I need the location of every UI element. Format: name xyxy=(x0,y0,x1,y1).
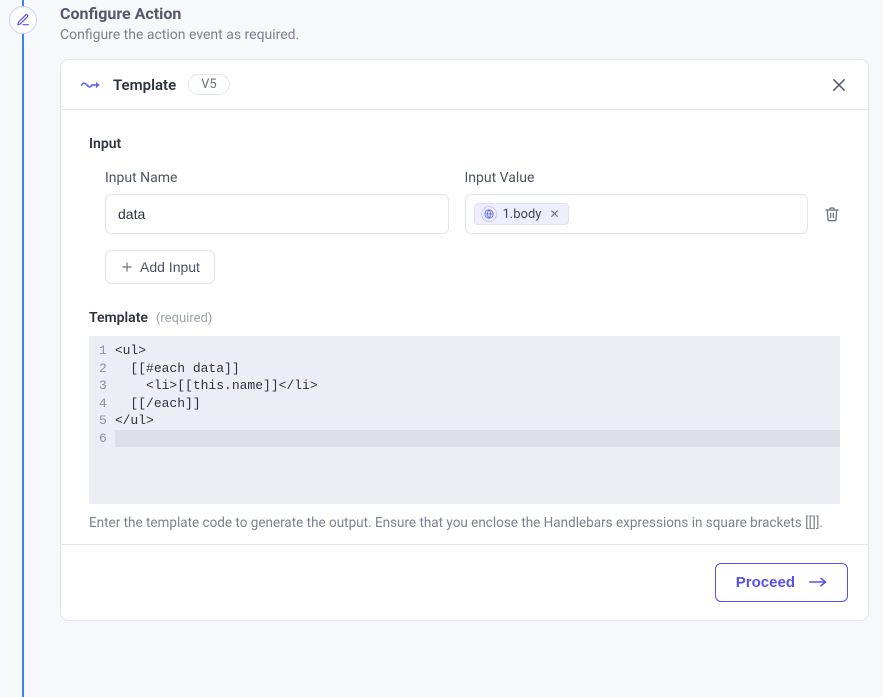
arrow-right-icon xyxy=(809,576,827,588)
template-code-editor[interactable]: 123456 <ul> [[#each data]] <li>[[this.na… xyxy=(89,336,840,504)
proceed-button[interactable]: Proceed xyxy=(715,563,848,602)
input-row: Input Name Input Value 1.body ✕ xyxy=(89,170,840,234)
code-gutter: 123456 xyxy=(89,336,115,504)
trash-icon xyxy=(824,206,840,222)
code-area[interactable]: <ul> [[#each data]] <li>[[this.name]]</l… xyxy=(115,336,840,504)
input-section-label: Input xyxy=(89,136,840,152)
template-label: Template xyxy=(89,310,148,326)
card-footer: Proceed xyxy=(61,544,868,620)
card-header: Template V5 xyxy=(61,60,868,110)
input-name-label: Input Name xyxy=(105,170,449,186)
pencil-icon xyxy=(16,13,30,27)
chip-remove-button[interactable]: ✕ xyxy=(547,208,561,220)
flow-icon xyxy=(81,78,101,92)
value-chip-label: 1.body xyxy=(503,207,542,222)
input-name-field[interactable] xyxy=(105,194,449,234)
workflow-timeline xyxy=(22,0,24,697)
card-title: Template xyxy=(113,76,176,94)
template-required-hint: (required) xyxy=(156,311,212,326)
template-help-text: Enter the template code to generate the … xyxy=(89,514,840,534)
version-badge: V5 xyxy=(188,74,230,95)
card-body: Input Input Name Input Value xyxy=(61,110,868,544)
globe-icon xyxy=(481,206,497,222)
edit-step-icon xyxy=(9,6,37,34)
delete-input-button[interactable] xyxy=(824,194,840,234)
input-value-field[interactable]: 1.body ✕ xyxy=(465,194,809,234)
add-input-label: Add Input xyxy=(140,259,200,275)
add-input-button[interactable]: Add Input xyxy=(105,250,215,284)
input-value-label: Input Value xyxy=(465,170,809,186)
configure-action-stage: Configure Action Configure the action ev… xyxy=(0,0,883,697)
step-title: Configure Action xyxy=(60,4,869,23)
close-icon xyxy=(830,76,848,94)
proceed-label: Proceed xyxy=(736,574,795,591)
input-value-column: Input Value 1.body ✕ xyxy=(465,170,809,234)
step-subtitle: Configure the action event as required. xyxy=(60,27,869,43)
card-header-left: Template V5 xyxy=(81,74,230,95)
content-column: Configure Action Configure the action ev… xyxy=(60,4,869,697)
template-header: Template (required) xyxy=(89,310,840,326)
plus-icon xyxy=(120,260,134,274)
action-card: Template V5 Input Input Name Input Value xyxy=(60,59,869,621)
close-button[interactable] xyxy=(830,76,848,94)
value-chip[interactable]: 1.body ✕ xyxy=(474,203,569,225)
input-name-column: Input Name xyxy=(105,170,449,234)
